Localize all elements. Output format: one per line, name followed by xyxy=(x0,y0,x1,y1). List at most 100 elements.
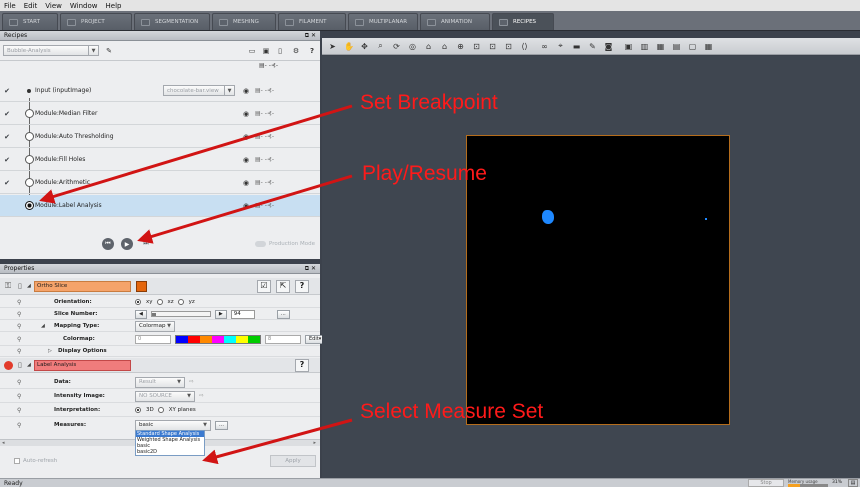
recipe-step[interactable]: ✔ Input (inputImage) chocolate-bar.view … xyxy=(0,80,320,102)
connect-arrow-icon[interactable]: ⇨ xyxy=(199,393,204,399)
translate-icon[interactable]: ✥ xyxy=(360,42,369,51)
scroll-left-icon[interactable]: ◂ xyxy=(2,440,5,446)
home-icon[interactable]: ⌂ xyxy=(424,42,433,51)
step-options-icon[interactable]: ▤- -⊰- xyxy=(255,87,274,94)
collapse-arrow-icon[interactable]: ◢ xyxy=(27,362,31,368)
production-mode-toggle[interactable]: Production Mode xyxy=(255,241,315,247)
panel-float-close-icons[interactable]: ⧉ ✕ xyxy=(305,32,316,40)
label-analysis-module-header[interactable]: ▯ ◢ Label Analysis ? xyxy=(0,358,320,373)
help-icon[interactable]: ? xyxy=(295,279,309,293)
delete-icon[interactable]: ▯ xyxy=(275,46,285,56)
menu-file[interactable]: File xyxy=(4,2,16,10)
slider-handle[interactable] xyxy=(151,313,156,316)
eye-icon[interactable]: ◉ xyxy=(241,132,251,142)
pin-icon[interactable]: ⚲ xyxy=(17,336,21,343)
slice-options-button[interactable]: … xyxy=(276,309,290,319)
radio-yz[interactable] xyxy=(177,299,184,305)
breakpoint-icon[interactable] xyxy=(25,201,34,210)
layout-5-icon[interactable]: ▢ xyxy=(688,42,697,51)
eye-icon[interactable]: ◉ xyxy=(241,86,251,96)
recipe-step-selected[interactable]: Module:Label Analysis ◉ ▤- -⊰- xyxy=(0,195,320,217)
slice-number-input[interactable]: 94 xyxy=(230,309,255,319)
auto-refresh-checkbox[interactable] xyxy=(14,458,20,464)
tab-animation[interactable]: ANIMATION xyxy=(420,13,490,30)
layout-4-icon[interactable]: ▤ xyxy=(672,42,681,51)
recipe-step[interactable]: ✔ Module:Fill Holes ◉ ▤- -⊰- xyxy=(0,149,320,171)
menu-window[interactable]: Window xyxy=(70,2,98,10)
pin-icon[interactable]: ⚲ xyxy=(17,323,21,330)
snapshot-icon[interactable]: ◙ xyxy=(604,42,613,51)
recipe-step[interactable]: ✔ Module:Median Filter ◉ ▤- -⊰- xyxy=(0,103,320,125)
tab-multiplanar[interactable]: MULTIPLANAR xyxy=(348,13,418,30)
layout-1-icon[interactable]: ▣ xyxy=(624,42,633,51)
recipe-step[interactable]: ✔ Module:Auto Thresholding ◉ ▤- -⊰- xyxy=(0,126,320,148)
view-y-icon[interactable]: ⊡ xyxy=(488,42,497,51)
apply-button[interactable]: Apply xyxy=(270,455,316,467)
pin-icon[interactable]: ⚲ xyxy=(17,393,21,400)
recipe-select[interactable]: Bubble-Analysis ▼ xyxy=(3,45,99,56)
folder-icon[interactable]: ▭ xyxy=(247,46,257,56)
mapping-type-select[interactable]: Colormap ▼ xyxy=(135,320,175,332)
layout-2-icon[interactable]: ▥ xyxy=(640,42,649,51)
ortho-slice-module-header[interactable]: ⚿ ▯ ◢ Ortho Slice ☑ ⇱ ? xyxy=(0,278,320,295)
pointer-icon[interactable]: ➤ xyxy=(328,42,337,51)
pin-icon[interactable]: ⚲ xyxy=(17,299,21,306)
step-options-icon[interactable]: ▤- -⊰- xyxy=(255,202,274,209)
step-options-icon[interactable]: ▤- -⊰- xyxy=(255,179,274,186)
draw-icon[interactable]: ✎ xyxy=(588,42,597,51)
stereo-icon[interactable]: ∞ xyxy=(540,42,549,51)
check-icon[interactable]: ✔ xyxy=(0,179,14,187)
measures-edit-button[interactable]: … xyxy=(215,420,228,430)
intensity-combo[interactable]: NO SOURCE ▼ xyxy=(135,390,195,402)
check-icon[interactable]: ✔ xyxy=(0,87,14,95)
slice-prev-button[interactable]: ◀ xyxy=(135,309,147,319)
slice-next-button[interactable]: ▶ xyxy=(214,309,227,319)
step-options-icon[interactable]: ▤- -⊰- xyxy=(255,133,274,140)
scroll-right-icon[interactable]: ▸ xyxy=(313,440,316,446)
tab-filament[interactable]: FILAMENT xyxy=(278,13,346,30)
view-z-icon[interactable]: ⊡ xyxy=(504,42,513,51)
layout-3-icon[interactable]: ▦ xyxy=(656,42,665,51)
check-icon[interactable]: ✔ xyxy=(0,156,14,164)
connect-arrow-icon[interactable]: ⇨ xyxy=(189,379,194,385)
seek-icon[interactable]: ◎ xyxy=(408,42,417,51)
pin-icon[interactable]: ⚲ xyxy=(17,348,21,355)
display-options-row[interactable]: ⚲ ▷ Display Options xyxy=(0,346,320,357)
step-options-icon[interactable]: ▤- -⊰- xyxy=(255,156,274,163)
eye-icon[interactable]: ◉ xyxy=(241,201,251,211)
view-x-icon[interactable]: ⊡ xyxy=(472,42,481,51)
help-icon[interactable]: ? xyxy=(295,358,309,372)
recipe-step[interactable]: ✔ Module:Arithmetic ◉ ▤- -⊰- xyxy=(0,172,320,194)
stop-button[interactable]: Stop xyxy=(748,479,784,487)
set-home-icon[interactable]: ⌂ xyxy=(440,42,449,51)
edit-pencil-icon[interactable]: ✎ xyxy=(104,46,114,56)
measures-combo[interactable]: basic ▼ xyxy=(135,419,211,431)
pointer-icon[interactable]: ⇱ xyxy=(276,279,290,293)
pin-icon[interactable]: ⚲ xyxy=(17,407,21,414)
view-all-icon[interactable]: ⊕ xyxy=(456,42,465,51)
eye-icon[interactable]: ◉ xyxy=(241,155,251,165)
play-button[interactable]: ▶ xyxy=(121,238,133,250)
rotate-icon[interactable]: ⟳ xyxy=(392,42,401,51)
radio-xy[interactable] xyxy=(135,299,141,305)
colormap-max-input[interactable]: 8 xyxy=(265,334,301,344)
zoom-icon[interactable]: ⌕ xyxy=(376,41,385,51)
check-icon[interactable]: ✔ xyxy=(0,133,14,141)
panel-float-close-icons[interactable]: ⧉ ✕ xyxy=(305,265,316,273)
pick-icon[interactable]: ✋ xyxy=(344,42,354,51)
expand-arrow-icon[interactable]: ◢ xyxy=(41,323,45,329)
slice-slider[interactable] xyxy=(150,311,211,317)
ruler-icon[interactable]: ▬ xyxy=(572,42,581,51)
eye-icon[interactable]: ◉ xyxy=(241,178,251,188)
pin-icon[interactable]: ⚲ xyxy=(17,422,21,429)
save-icon[interactable]: ▣ xyxy=(261,46,271,56)
expand-arrow-icon[interactable]: ▷ xyxy=(48,348,52,354)
viewer-toggle-icon[interactable]: ☑ xyxy=(257,279,271,293)
module-color-swatch[interactable] xyxy=(136,280,147,292)
colormap-min-input[interactable]: 0 xyxy=(135,334,171,344)
input-source-select[interactable]: chocolate-bar.view ▼ xyxy=(163,85,235,96)
tab-meshing[interactable]: MESHING xyxy=(212,13,276,30)
check-icon[interactable]: ✔ xyxy=(0,110,14,118)
menu-help[interactable]: Help xyxy=(106,2,122,10)
ortho-slice-image[interactable] xyxy=(466,135,730,425)
